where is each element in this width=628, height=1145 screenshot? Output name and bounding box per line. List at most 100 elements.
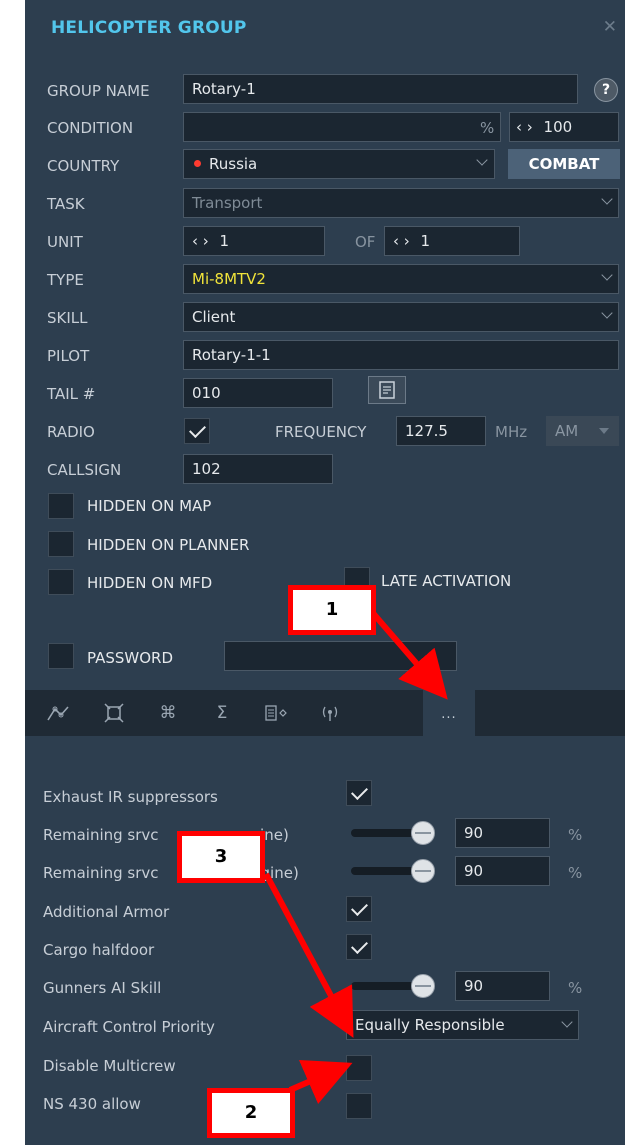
tab-radio[interactable] <box>307 690 353 736</box>
checkmark-icon <box>351 937 368 954</box>
cargo-halfdoor-checkbox[interactable] <box>346 934 372 960</box>
skill-select[interactable]: Client <box>183 302 619 332</box>
task-label: TASK <box>47 195 85 213</box>
annotation-box-2: 2 <box>207 1088 295 1138</box>
panel-title: HELICOPTER GROUP <box>51 18 247 38</box>
condition-stepper[interactable]: ‹ › 100 <box>509 112 619 142</box>
aircraft-control-priority-select[interactable]: Equally Responsible <box>346 1010 579 1040</box>
srv-right-suffix: gine) <box>260 864 299 882</box>
aircraft-control-priority-label: Aircraft Control Priority <box>43 1018 215 1036</box>
hidden-on-planner-label: HIDDEN ON PLANNER <box>87 536 250 554</box>
callsign-input[interactable]: 102 <box>183 454 333 484</box>
annotation-box-1: 1 <box>288 585 376 635</box>
dropdown-arrow-icon <box>599 428 609 434</box>
tail-number-label: TAIL # <box>47 385 96 403</box>
tab-payload[interactable] <box>253 690 299 736</box>
help-icon[interactable]: ? <box>594 78 618 102</box>
condition-input[interactable] <box>183 112 501 142</box>
hidden-on-mfd-label: HIDDEN ON MFD <box>87 574 213 592</box>
title-bar: HELICOPTER GROUP ✕ <box>25 0 625 62</box>
additional-armor-label: Additional Armor <box>43 903 170 921</box>
tail-number-input[interactable]: 010 <box>183 378 333 408</box>
hidden-on-map-label: HIDDEN ON MAP <box>87 497 212 515</box>
slider-knob[interactable] <box>411 859 435 883</box>
tab-route[interactable] <box>35 690 81 736</box>
type-select[interactable]: Mi-8MTV2 <box>183 264 619 294</box>
frequency-label: FREQUENCY <box>275 423 367 441</box>
percent-unit: % <box>568 826 583 844</box>
payload-icon <box>265 705 287 721</box>
close-icon[interactable]: ✕ <box>603 17 617 37</box>
password-checkbox[interactable] <box>48 643 74 669</box>
remaining-service-right-slider[interactable] <box>351 859 435 883</box>
type-label: TYPE <box>47 271 84 289</box>
unit-label: UNIT <box>47 233 83 251</box>
tab-triggered-actions[interactable] <box>91 690 137 736</box>
percent-unit: % <box>568 864 583 882</box>
frequency-unit: MHz <box>495 423 528 441</box>
callsign-label: CALLSIGN <box>47 461 122 479</box>
pilot-input[interactable]: Rotary-1-1 <box>183 340 619 370</box>
disable-multicrew-label: Disable Multicrew <box>43 1057 176 1075</box>
unit-stepper[interactable]: ‹ › 1 <box>183 226 325 256</box>
hidden-on-planner-checkbox[interactable] <box>48 531 74 557</box>
tab-summary[interactable]: Σ <box>199 690 245 736</box>
group-name-input[interactable]: Rotary-1 <box>183 74 578 104</box>
condition-label: CONDITION <box>47 119 134 137</box>
additional-armor-checkbox[interactable] <box>346 896 372 922</box>
helicopter-group-panel: HELICOPTER GROUP ✕ GROUP NAME Rotary-1 ?… <box>25 0 625 1145</box>
condition-value: 100 <box>543 118 573 136</box>
checkmark-icon <box>351 783 368 800</box>
tab-bar: ⌘ Σ ... <box>25 690 625 736</box>
stepper-arrows-icon[interactable]: ‹ › <box>192 232 209 250</box>
gunners-ai-skill-label: Gunners AI Skill <box>43 979 162 997</box>
radio-icon <box>322 706 338 721</box>
exhaust-ir-label: Exhaust IR suppressors <box>43 788 218 806</box>
target-icon <box>104 703 124 723</box>
frequency-input[interactable]: 127.5 <box>396 416 486 446</box>
remaining-service-left-slider[interactable] <box>351 821 435 845</box>
command-icon: ⌘ <box>159 703 177 723</box>
slider-knob[interactable] <box>411 821 435 845</box>
disable-multicrew-checkbox[interactable] <box>346 1055 372 1081</box>
task-select[interactable]: Transport <box>183 188 619 218</box>
srv-left-prefix: Remaining srvc <box>43 826 159 844</box>
skill-label: SKILL <box>47 309 88 327</box>
radio-checkbox[interactable] <box>184 418 210 444</box>
password-input[interactable] <box>224 641 457 671</box>
livery-icon <box>379 381 395 399</box>
exhaust-ir-checkbox[interactable] <box>346 780 372 806</box>
radio-label: RADIO <box>47 423 95 441</box>
country-flag-dot-icon <box>194 159 201 167</box>
country-label: COUNTRY <box>47 157 120 175</box>
gunners-ai-skill-slider[interactable] <box>351 974 435 998</box>
route-icon <box>47 706 69 721</box>
checkmark-icon <box>189 421 206 438</box>
tab-commands[interactable]: ⌘ <box>145 690 191 736</box>
country-value: Russia <box>209 155 258 173</box>
group-name-label: GROUP NAME <box>47 82 150 100</box>
gunners-ai-skill-input[interactable]: 90 <box>455 971 550 1001</box>
of-stepper[interactable]: ‹ › 1 <box>384 226 520 256</box>
pilot-label: PILOT <box>47 347 90 365</box>
remaining-service-left-input[interactable]: 90 <box>455 818 550 848</box>
hidden-on-map-checkbox[interactable] <box>48 493 74 519</box>
of-label: OF <box>355 233 376 251</box>
ns430-allow-checkbox[interactable] <box>346 1093 372 1119</box>
checkmark-icon <box>351 899 368 916</box>
percent-unit: % <box>568 979 583 997</box>
srv-right-prefix: Remaining srvc <box>43 864 159 882</box>
stepper-arrows-icon[interactable]: ‹ › <box>516 118 533 136</box>
unit-value: 1 <box>219 232 230 250</box>
remaining-service-right-input[interactable]: 90 <box>455 856 550 886</box>
slider-knob[interactable] <box>411 974 435 998</box>
combat-button[interactable]: COMBAT <box>508 149 620 179</box>
hidden-on-mfd-checkbox[interactable] <box>48 569 74 595</box>
more-options-icon: ... <box>441 707 457 722</box>
tab-additional-properties[interactable]: ... <box>423 690 475 736</box>
stepper-arrows-icon[interactable]: ‹ › <box>393 232 410 250</box>
sigma-icon: Σ <box>216 703 228 723</box>
country-select[interactable]: Russia <box>183 149 495 179</box>
annotation-box-3: 3 <box>177 831 265 883</box>
livery-button[interactable] <box>368 376 406 404</box>
